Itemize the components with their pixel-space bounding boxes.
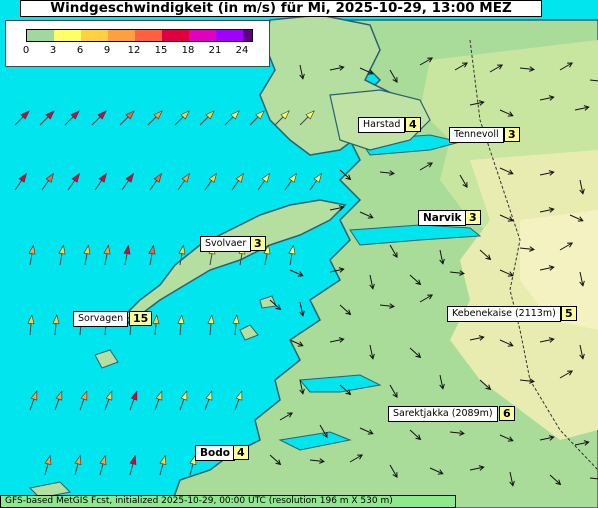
legend-tick: 6 bbox=[76, 45, 84, 56]
place-label-sorvagen[interactable]: Sorvagen bbox=[73, 311, 129, 327]
legend-colorbar bbox=[26, 29, 253, 42]
place-label-kebenekaise[interactable]: Kebenekaise (2113m) bbox=[447, 306, 561, 322]
place-speed-harstad: 4 bbox=[405, 117, 421, 132]
place-label-narvik[interactable]: Narvik bbox=[418, 210, 467, 226]
place-label-tennevoll[interactable]: Tennevoll bbox=[449, 127, 504, 143]
map-title: Windgeschwindigkeit (in m/s) für Mi, 202… bbox=[20, 0, 542, 17]
legend-tick: 18 bbox=[181, 45, 195, 56]
place-speed-bodo: 4 bbox=[233, 445, 249, 460]
speed-legend: 0 3 6 9 12 15 18 21 24 bbox=[5, 20, 270, 67]
place-label-bodo[interactable]: Bodo bbox=[195, 445, 235, 461]
place-label-svolvaer[interactable]: Svolvaer bbox=[200, 236, 252, 252]
legend-tick: 24 bbox=[235, 45, 249, 56]
legend-tick: 12 bbox=[127, 45, 141, 56]
forecast-footer: GFS-based MetGIS Fcst, initialized 2025-… bbox=[0, 495, 456, 508]
legend-swatch bbox=[216, 30, 243, 41]
legend-swatch bbox=[162, 30, 189, 41]
place-speed-sarektjakka: 6 bbox=[499, 406, 515, 421]
legend-tick: 15 bbox=[154, 45, 168, 56]
legend-swatch bbox=[27, 30, 54, 41]
legend-swatch bbox=[108, 30, 135, 41]
legend-swatch bbox=[243, 30, 252, 41]
legend-swatch bbox=[81, 30, 108, 41]
legend-swatch bbox=[135, 30, 162, 41]
place-speed-kebenekaise: 5 bbox=[561, 306, 577, 321]
legend-swatch bbox=[189, 30, 216, 41]
place-speed-tennevoll: 3 bbox=[504, 127, 520, 142]
legend-tick: 0 bbox=[22, 45, 30, 56]
place-speed-sorvagen: 15 bbox=[129, 311, 153, 326]
legend-tick: 21 bbox=[208, 45, 222, 56]
place-label-harstad[interactable]: Harstad bbox=[358, 117, 406, 133]
place-speed-narvik: 3 bbox=[465, 210, 481, 225]
legend-tick: 3 bbox=[49, 45, 57, 56]
place-speed-svolvaer: 3 bbox=[250, 236, 266, 251]
legend-swatch bbox=[54, 30, 81, 41]
wind-map bbox=[0, 0, 598, 508]
legend-tick: 9 bbox=[103, 45, 111, 56]
place-label-sarektjakka[interactable]: Sarektjakka (2089m) bbox=[388, 406, 498, 422]
